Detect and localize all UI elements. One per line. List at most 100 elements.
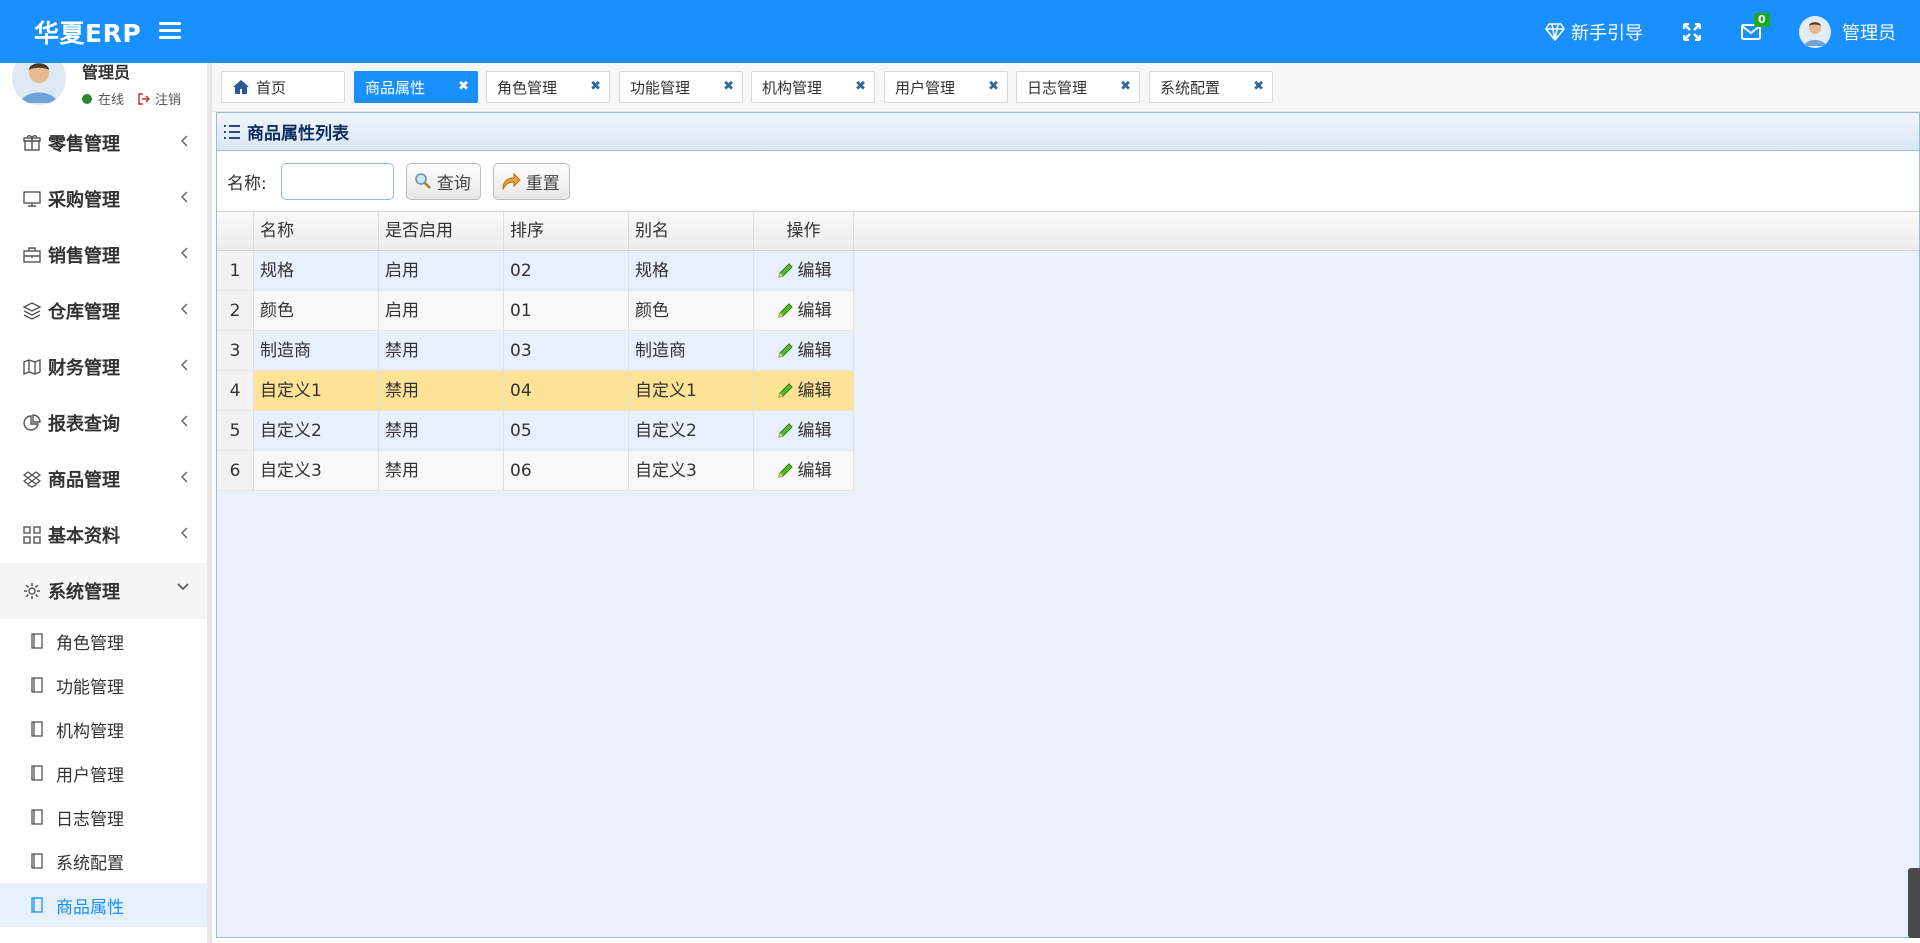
sidebar-item-sales[interactable]: 销售管理: [0, 227, 211, 283]
top-right-controls: 新手引导 0 管理员: [1545, 0, 1920, 63]
close-icon[interactable]: ✖: [458, 79, 469, 94]
tab-log-management[interactable]: 日志管理 ✖: [1016, 71, 1140, 103]
menu-toggle-icon[interactable]: [159, 22, 181, 40]
name-search-input[interactable]: [280, 162, 394, 200]
close-icon[interactable]: ✖: [855, 79, 866, 94]
tab-org-management[interactable]: 机构管理 ✖: [751, 71, 875, 103]
sidebar-item-label: 仓库管理: [48, 302, 120, 323]
chevron-left-icon: [181, 135, 188, 147]
user-name: 管理员: [1842, 22, 1896, 44]
cell-name: 颜色: [254, 291, 379, 331]
edit-label: 编辑: [797, 381, 832, 401]
cell-action: 编辑: [754, 251, 854, 291]
cell-sort: 04: [504, 371, 629, 411]
sidebar-sub-label: 用户管理: [56, 765, 124, 786]
logout-link[interactable]: 注销: [138, 89, 181, 108]
column-header-enabled[interactable]: 是否启用: [379, 212, 504, 251]
tab-product-attributes[interactable]: 商品属性 ✖: [354, 71, 478, 103]
edit-button[interactable]: 编辑: [754, 411, 853, 451]
table-row[interactable]: 4 自定义1 禁用 04 自定义1 编辑: [217, 371, 855, 411]
edit-button[interactable]: 编辑: [754, 331, 853, 371]
table-row[interactable]: 2 颜色 启用 01 颜色 编辑: [217, 291, 855, 331]
cell-enabled: 禁用: [379, 411, 504, 451]
sidebar-sub-role-management[interactable]: 角色管理: [0, 619, 211, 663]
sidebar-item-basic-data[interactable]: 基本资料: [0, 507, 211, 563]
tab-system-config[interactable]: 系统配置 ✖: [1149, 71, 1273, 103]
column-header-action[interactable]: 操作: [754, 212, 854, 251]
app-logo[interactable]: 华夏ERP: [34, 14, 141, 50]
panel-title: 商品属性列表: [247, 124, 349, 144]
cell-enabled: 禁用: [379, 451, 504, 491]
sidebar-item-label: 报表查询: [48, 414, 120, 435]
tab-label: 角色管理: [497, 78, 558, 97]
sidebar-sub-system-config[interactable]: 系统配置: [0, 839, 211, 883]
sidebar-sub-user-management[interactable]: 用户管理: [0, 751, 211, 795]
sidebar-item-products[interactable]: 商品管理: [0, 451, 211, 507]
search-toolbar: 名称: 查询 重置: [217, 151, 1919, 211]
sidebar-item-label: 商品管理: [48, 470, 120, 491]
book-icon: [30, 677, 44, 693]
query-button[interactable]: 查询: [405, 162, 481, 200]
cell-sort: 01: [504, 291, 629, 331]
edit-button[interactable]: 编辑: [754, 451, 853, 491]
sidebar-item-retail[interactable]: 零售管理: [0, 115, 211, 171]
sidebar-item-warehouse[interactable]: 仓库管理: [0, 283, 211, 339]
cell-sort: 05: [504, 411, 629, 451]
column-header-name[interactable]: 名称: [254, 212, 379, 251]
close-icon[interactable]: ✖: [1253, 79, 1264, 94]
tab-user-management[interactable]: 用户管理 ✖: [884, 71, 1008, 103]
layers-icon: [22, 301, 42, 321]
table-row[interactable]: 1 规格 启用 02 规格 编辑: [217, 251, 855, 291]
sidebar-sub-log-management[interactable]: 日志管理: [0, 795, 211, 839]
cell-enabled: 禁用: [379, 371, 504, 411]
sidebar-item-purchase[interactable]: 采购管理: [0, 171, 211, 227]
user-status: 在线 注销: [82, 89, 181, 108]
edit-button[interactable]: 编辑: [754, 371, 853, 411]
tab-home[interactable]: 首页: [221, 71, 345, 103]
table-row[interactable]: 3 制造商 禁用 03 制造商 编辑: [217, 331, 855, 371]
sidebar-sub-label: 角色管理: [56, 633, 124, 654]
panel-header: 商品属性列表: [217, 113, 1919, 151]
reset-button-label: 重置: [525, 173, 560, 194]
cell-action: 编辑: [754, 411, 854, 451]
column-header-alias[interactable]: 别名: [629, 212, 754, 251]
diamond-icon: [1545, 22, 1565, 41]
column-header-sort[interactable]: 排序: [504, 212, 629, 251]
user-menu[interactable]: 管理员: [1799, 15, 1896, 48]
fullscreen-icon[interactable]: [1683, 22, 1701, 41]
briefcase-icon: [22, 245, 42, 265]
cell-sort: 02: [504, 251, 629, 291]
close-icon[interactable]: ✖: [988, 79, 999, 94]
sidebar-sub-org-management[interactable]: 机构管理: [0, 707, 211, 751]
guide-button[interactable]: 新手引导: [1545, 19, 1643, 45]
reset-icon: [502, 172, 521, 190]
pencil-icon: [777, 303, 793, 318]
sidebar-sub-product-attributes[interactable]: 商品属性: [0, 883, 211, 927]
sidebar-item-reports[interactable]: 报表查询: [0, 395, 211, 451]
top-navbar: 华夏ERP 新手引导 0 管理员: [0, 0, 1920, 63]
edit-button[interactable]: 编辑: [754, 251, 853, 291]
sidebar-scrollbar[interactable]: [207, 63, 211, 943]
mail-icon[interactable]: 0: [1741, 12, 1770, 40]
close-icon[interactable]: ✖: [1120, 79, 1131, 94]
row-number: 4: [217, 371, 254, 411]
close-icon[interactable]: ✖: [723, 79, 734, 94]
edit-label: 编辑: [797, 301, 832, 321]
sidebar-item-label: 系统管理: [48, 582, 120, 603]
sidebar-sub-function-management[interactable]: 功能管理: [0, 663, 211, 707]
user-panel-name: 管理员: [82, 63, 131, 82]
tab-bar: 首页 商品属性 ✖ 角色管理 ✖ 功能管理 ✖ 机构管理 ✖ 用户管理 ✖ 日志…: [212, 63, 1920, 112]
tab-function-management[interactable]: 功能管理 ✖: [619, 71, 743, 103]
close-icon[interactable]: ✖: [590, 79, 601, 94]
tab-role-management[interactable]: 角色管理 ✖: [486, 71, 610, 103]
sidebar-item-finance[interactable]: 财务管理: [0, 339, 211, 395]
list-icon: [224, 124, 240, 139]
reset-button[interactable]: 重置: [492, 162, 570, 200]
table-row[interactable]: 6 自定义3 禁用 06 自定义3 编辑: [217, 451, 855, 491]
chevron-left-icon: [181, 247, 188, 259]
edit-button[interactable]: 编辑: [754, 291, 853, 331]
grid-icon: [22, 525, 42, 545]
window-resize-grip[interactable]: [1908, 868, 1920, 938]
table-row[interactable]: 5 自定义2 禁用 05 自定义2 编辑: [217, 411, 855, 451]
sidebar-item-system[interactable]: 系统管理: [0, 563, 211, 619]
